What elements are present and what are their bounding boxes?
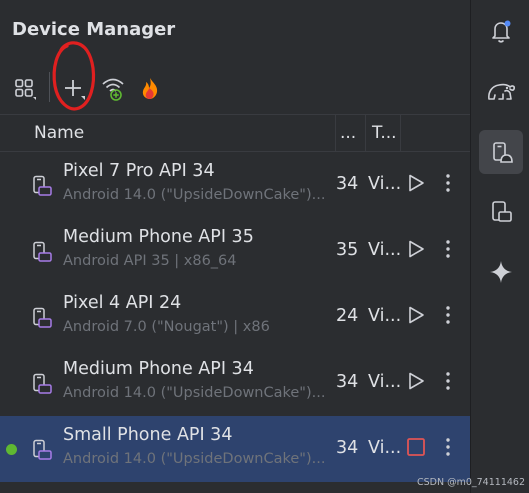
- column-name[interactable]: Name: [34, 115, 84, 151]
- column-api[interactable]: ...: [340, 115, 356, 151]
- right-tool-rail: [470, 0, 529, 493]
- device-details: Android 7.0 ("Nougat") | x86: [63, 319, 270, 335]
- play-icon[interactable]: [404, 237, 428, 261]
- table-header: Name ... T...: [0, 114, 470, 152]
- device-details: Android 14.0 ("UpsideDownCake")...: [63, 451, 326, 467]
- virtual-device-icon: [30, 438, 54, 462]
- gemini-sparkle-icon[interactable]: [479, 250, 523, 294]
- device-row[interactable]: Pixel 4 API 24 Android 7.0 ("Nougat") | x…: [0, 284, 470, 350]
- column-divider[interactable]: [365, 115, 366, 151]
- device-type: Vi...: [368, 306, 402, 326]
- virtual-device-icon: [30, 372, 54, 396]
- play-icon[interactable]: [404, 369, 428, 393]
- device-row[interactable]: Medium Phone API 35 Android API 35 | x86_…: [0, 218, 470, 284]
- annotation-circle: [52, 41, 96, 111]
- device-details: Android API 35 | x86_64: [63, 253, 237, 269]
- firebase-icon[interactable]: [134, 72, 166, 104]
- device-api-level: 24: [336, 306, 359, 326]
- more-options-icon[interactable]: [438, 369, 458, 393]
- stop-icon[interactable]: [404, 435, 428, 459]
- device-row[interactable]: Pixel 7 Pro API 34 Android 14.0 ("UpsideD…: [0, 152, 470, 218]
- more-options-icon[interactable]: [438, 171, 458, 195]
- device-api-level: 34: [336, 438, 359, 458]
- more-options-icon[interactable]: [438, 303, 458, 327]
- device-details: Android 14.0 ("UpsideDownCake")...: [63, 385, 326, 401]
- device-type: Vi...: [368, 438, 402, 458]
- gradle-elephant-icon[interactable]: [479, 69, 523, 113]
- toolbar: [0, 41, 470, 114]
- play-icon[interactable]: [404, 303, 428, 327]
- grid-icon[interactable]: [8, 72, 40, 104]
- device-api-level: 34: [336, 174, 359, 194]
- device-api-level: 34: [336, 372, 359, 392]
- device-details: Android 14.0 ("UpsideDownCake")...: [63, 187, 326, 203]
- device-api-level: 35: [336, 240, 359, 260]
- device-manager-icon[interactable]: [479, 130, 523, 174]
- column-divider[interactable]: [335, 115, 336, 151]
- device-name: Medium Phone API 35: [63, 227, 254, 247]
- more-options-icon[interactable]: [438, 237, 458, 261]
- watermark: CSDN @m0_74111462: [416, 477, 525, 488]
- device-name: Pixel 4 API 24: [63, 293, 182, 313]
- column-type[interactable]: T...: [372, 115, 397, 151]
- more-options-icon[interactable]: [438, 435, 458, 459]
- notifications-icon[interactable]: [479, 9, 523, 53]
- panel-title: Device Manager: [12, 19, 176, 40]
- device-name: Small Phone API 34: [63, 425, 233, 445]
- device-type: Vi...: [368, 240, 402, 260]
- device-manager-panel: Device Manager Name ... T... Pixel 7 Pro…: [0, 0, 470, 493]
- running-status-dot: [6, 444, 17, 455]
- device-row[interactable]: Medium Phone API 34 Android 14.0 ("Upside…: [0, 350, 470, 416]
- device-type: Vi...: [368, 372, 402, 392]
- running-devices-icon[interactable]: [479, 190, 523, 234]
- column-divider[interactable]: [400, 115, 401, 151]
- virtual-device-icon: [30, 240, 54, 264]
- device-name: Pixel 7 Pro API 34: [63, 161, 215, 181]
- device-row[interactable]: Small Phone API 34 Android 14.0 ("UpsideD…: [0, 416, 470, 482]
- play-icon[interactable]: [404, 171, 428, 195]
- device-type: Vi...: [368, 174, 402, 194]
- virtual-device-icon: [30, 174, 54, 198]
- virtual-device-icon: [30, 306, 54, 330]
- device-name: Medium Phone API 34: [63, 359, 254, 379]
